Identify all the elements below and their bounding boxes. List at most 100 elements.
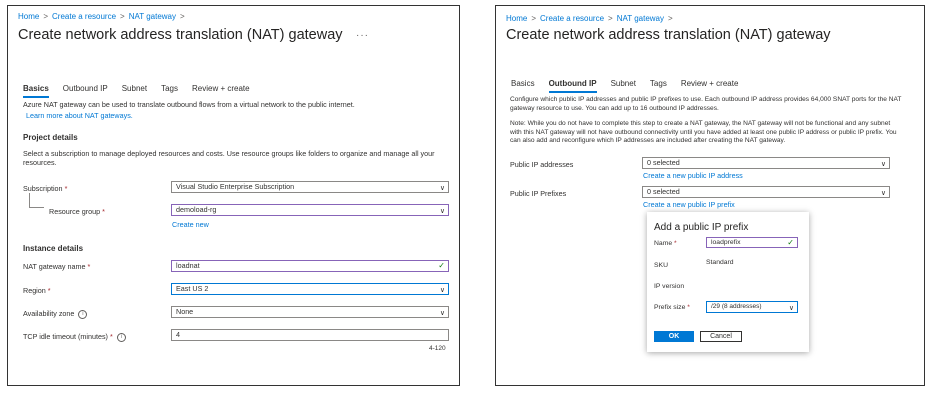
breadcrumb-separator: >: [608, 14, 613, 23]
breadcrumb-create-resource[interactable]: Create a resource: [540, 14, 604, 23]
chevron-down-icon: ∨: [439, 310, 445, 317]
more-options-button[interactable]: ···: [356, 30, 369, 41]
required-marker: *: [687, 304, 690, 311]
subscription-label-text: Subscription: [23, 184, 63, 193]
chevron-down-icon: ∨: [788, 305, 794, 312]
dialog-ip-version-label: IP version: [654, 283, 685, 290]
create-new-link[interactable]: Create new: [172, 220, 209, 229]
nat-name-label-text: NAT gateway name: [23, 262, 86, 271]
public-ip-prefix-select[interactable]: 0 selected ∨: [642, 186, 890, 198]
availability-zone-select[interactable]: None ∨: [171, 306, 449, 318]
tcp-timeout-range: 4-120: [429, 345, 446, 352]
more-options-button[interactable]: ···: [806, 30, 819, 41]
tcp-timeout-input[interactable]: 4: [171, 329, 449, 341]
dialog-sku-value: Standard: [706, 259, 734, 266]
checkmark-icon: ✓: [438, 261, 445, 270]
create-public-ip-link[interactable]: Create a new public IP address: [643, 171, 743, 180]
dialog-name-label: Name *: [654, 240, 677, 247]
info-icon[interactable]: i: [116, 332, 126, 342]
region-label-text: Region: [23, 286, 46, 295]
info-icon[interactable]: i: [78, 309, 88, 319]
project-details-heading: Project details: [23, 133, 78, 142]
breadcrumb-nat-gateway[interactable]: NAT gateway: [129, 12, 176, 21]
resource-group-label: Resource group *: [49, 207, 105, 216]
chevron-down-icon: ∨: [880, 190, 886, 197]
nat-name-input[interactable]: loadnat ✓: [171, 260, 449, 272]
required-marker: *: [109, 332, 113, 341]
chevron-down-icon: ∨: [439, 208, 445, 215]
tab-outbound-ip[interactable]: Outbound IP: [63, 84, 108, 96]
dialog-prefix-size-label: Prefix size *: [654, 304, 690, 311]
required-marker: *: [87, 262, 91, 271]
breadcrumb-separator: >: [120, 12, 125, 21]
breadcrumb: Home > Create a resource > NAT gateway >: [18, 12, 189, 21]
availability-zone-value: None: [176, 307, 194, 316]
breadcrumb-nat-gateway[interactable]: NAT gateway: [617, 14, 664, 23]
tab-outbound-ip[interactable]: Outbound IP: [548, 79, 597, 93]
tab-subnet[interactable]: Subnet: [611, 79, 636, 91]
instance-details-heading: Instance details: [23, 244, 84, 253]
chevron-down-icon: ∨: [439, 287, 445, 294]
tcp-timeout-value: 4: [176, 330, 180, 339]
tree-connector: [29, 193, 44, 208]
tab-basics[interactable]: Basics: [511, 79, 535, 91]
intro-text: Configure which public IP addresses and …: [510, 96, 902, 112]
tab-basics[interactable]: Basics: [23, 84, 49, 98]
subscription-select[interactable]: Visual Studio Enterprise Subscription ∨: [171, 181, 449, 193]
public-ip-prefix-value: 0 selected: [647, 187, 680, 196]
tcp-timeout-label-text: TCP idle timeout (minutes): [23, 332, 108, 341]
page-title: Create network address translation (NAT)…: [506, 27, 831, 43]
dialog-prefix-size-value: /29 (8 addresses): [711, 303, 762, 310]
breadcrumb-create-resource[interactable]: Create a resource: [52, 12, 116, 21]
project-details-text: Select a subscription to manage deployed…: [23, 149, 435, 167]
nat-name-value: loadnat: [176, 261, 200, 270]
breadcrumb-home[interactable]: Home: [18, 12, 39, 21]
public-ip-label: Public IP addresses: [510, 160, 574, 169]
tab-tags[interactable]: Tags: [161, 84, 178, 96]
ok-button[interactable]: OK: [654, 331, 694, 342]
breadcrumb-separator: >: [180, 12, 185, 21]
required-marker: *: [674, 240, 677, 247]
dialog-name-label-text: Name: [654, 240, 673, 247]
page-title: Create network address translation (NAT)…: [18, 27, 343, 43]
note-text: Note: While you do not have to complete …: [510, 120, 897, 144]
required-marker: *: [102, 207, 105, 216]
chevron-down-icon: ∨: [880, 161, 886, 168]
region-label: Region *: [23, 286, 51, 295]
breadcrumb-separator: >: [668, 14, 673, 23]
availability-zone-label-text: Availability zone: [23, 309, 75, 318]
resource-group-value: demoload-rg: [176, 205, 217, 214]
subscription-value: Visual Studio Enterprise Subscription: [176, 182, 295, 191]
create-public-ip-prefix-link[interactable]: Create a new public IP prefix: [643, 200, 735, 209]
breadcrumb-home[interactable]: Home: [506, 14, 527, 23]
nat-name-label: NAT gateway name *: [23, 262, 90, 271]
tab-review-create[interactable]: Review + create: [681, 79, 739, 91]
region-select[interactable]: East US 2 ∨: [171, 283, 449, 295]
tcp-timeout-label: TCP idle timeout (minutes) * i: [23, 332, 126, 342]
dialog-name-input[interactable]: loadprefix ✓: [706, 237, 798, 248]
learn-more-link[interactable]: Learn more about NAT gateways.: [26, 111, 133, 120]
tab-tags[interactable]: Tags: [650, 79, 667, 91]
breadcrumb: Home > Create a resource > NAT gateway >: [506, 14, 677, 23]
breadcrumb-separator: >: [531, 14, 537, 23]
region-value: East US 2: [176, 284, 209, 293]
public-ip-value: 0 selected: [647, 158, 680, 167]
availability-zone-label: Availability zone i: [23, 309, 88, 319]
dialog-name-value: loadprefix: [711, 239, 741, 246]
tab-bar: Basics Outbound IP Subnet Tags Review + crea…: [23, 78, 264, 98]
required-marker: *: [64, 184, 68, 193]
dialog-sku-label: SKU: [654, 262, 668, 269]
dialog-prefix-size-select[interactable]: /29 (8 addresses) ∨: [706, 301, 798, 313]
dialog-title: Add a public IP prefix: [654, 222, 749, 233]
subscription-label: Subscription *: [23, 184, 67, 193]
required-marker: *: [47, 286, 51, 295]
checkmark-icon: ✓: [787, 238, 794, 247]
resource-group-label-text: Resource group: [49, 207, 101, 216]
tab-subnet[interactable]: Subnet: [122, 84, 147, 96]
tab-review-create[interactable]: Review + create: [192, 84, 250, 96]
cancel-button[interactable]: Cancel: [700, 331, 742, 342]
public-ip-select[interactable]: 0 selected ∨: [642, 157, 890, 169]
resource-group-select[interactable]: demoload-rg ∨: [171, 204, 449, 216]
public-ip-prefix-label: Public IP Prefixes: [510, 189, 567, 198]
intro-text: Azure NAT gateway can be used to transla…: [23, 100, 355, 109]
